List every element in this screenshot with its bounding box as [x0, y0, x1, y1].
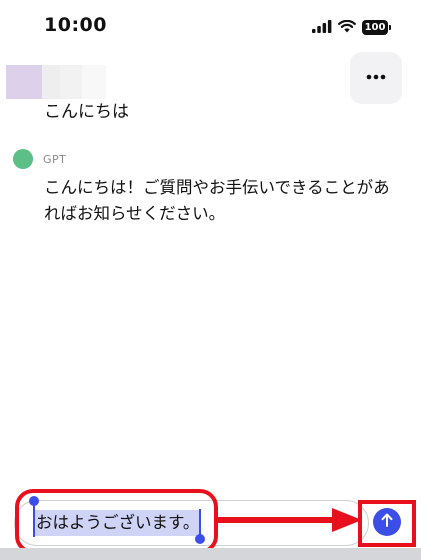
annotation-arrow: [216, 508, 362, 536]
keyboard-edge: [0, 548, 421, 560]
user-message: こんにちは: [44, 102, 129, 122]
wifi-icon: [338, 18, 356, 37]
more-horizontal-icon: [366, 63, 386, 85]
battery-icon: 100: [362, 20, 388, 35]
annotation-highlight-input: [15, 489, 218, 554]
assistant-header: GPT: [13, 149, 66, 169]
assistant-name: GPT: [43, 152, 67, 166]
annotation-highlight-send: [358, 500, 416, 547]
cellular-signal-icon: [312, 18, 332, 37]
status-time: 10:00: [44, 14, 107, 36]
assistant-message: こんにちは！ご質問やお手伝いできることがあればお知らせください。: [44, 178, 390, 223]
blurred-avatar: [6, 65, 106, 99]
more-options-button[interactable]: [350, 52, 402, 104]
status-icons: 100: [312, 18, 391, 37]
status-bar: 10:00 100: [0, 0, 421, 56]
assistant-avatar-icon: [13, 149, 33, 169]
battery-cap: [389, 25, 391, 30]
